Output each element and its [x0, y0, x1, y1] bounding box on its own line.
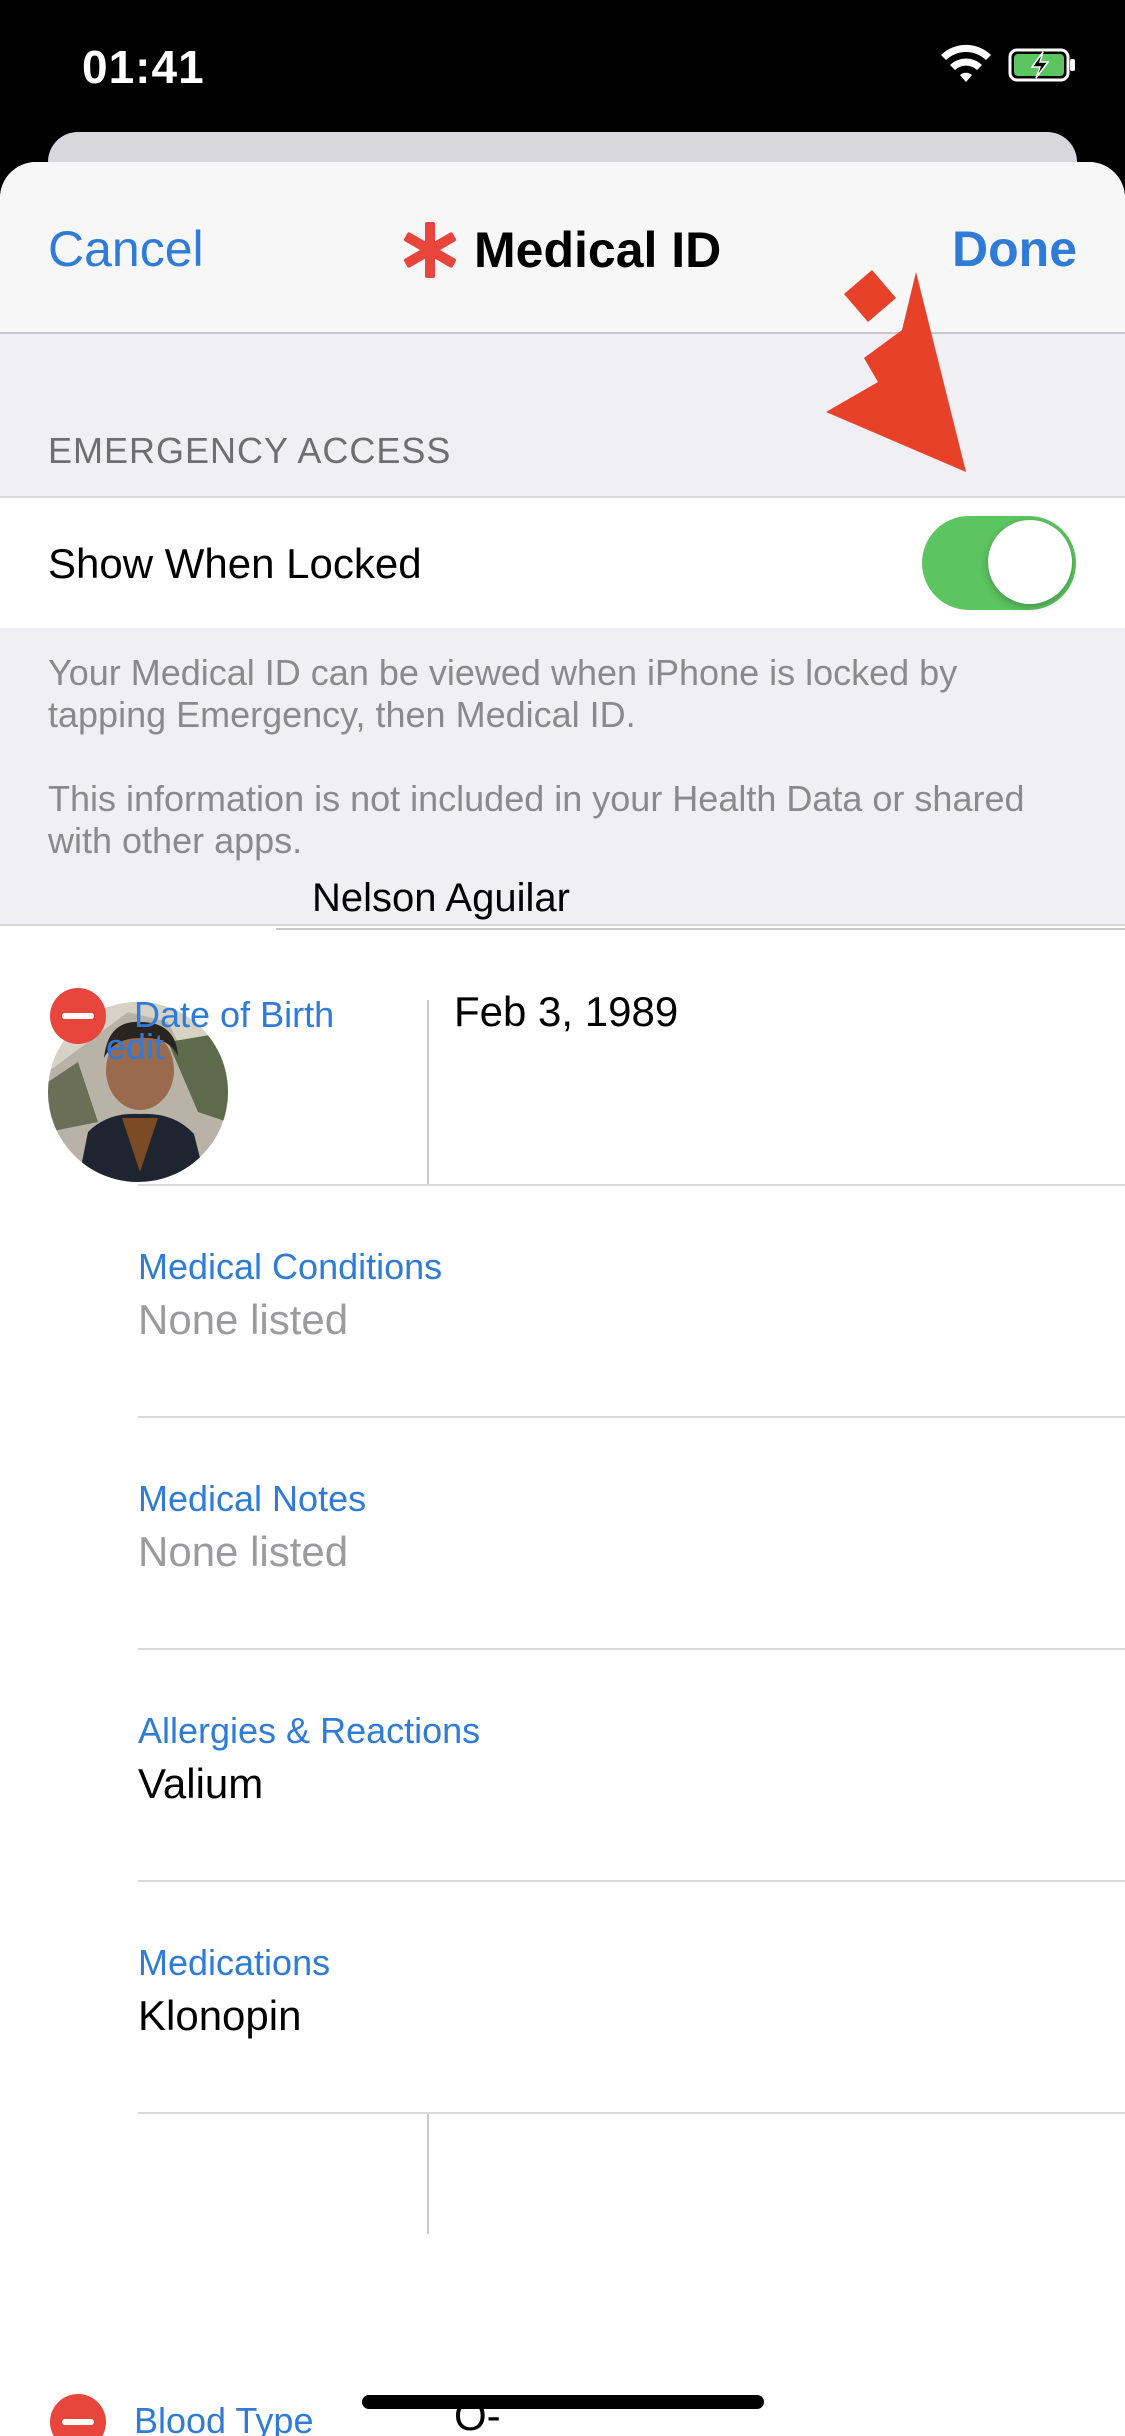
emergency-footer-text-2: This information is not included in your… [48, 778, 1025, 861]
cancel-button[interactable]: Cancel [48, 220, 204, 278]
divider [138, 1416, 1125, 1418]
battery-charging-icon [1008, 48, 1075, 82]
annotation-arrow-icon [826, 270, 966, 472]
page-title-text: Medical ID [474, 222, 722, 278]
status-time: 01:41 [82, 41, 205, 93]
section-header-emergency: EMERGENCY ACCESS [48, 430, 452, 471]
medications-label: Medications [138, 1942, 331, 1983]
medical-notes-label: Medical Notes [138, 1478, 367, 1519]
medical-conditions-label: Medical Conditions [138, 1246, 443, 1287]
blood-type-separator [427, 2114, 429, 2234]
divider [138, 1880, 1125, 1882]
show-when-locked-toggle[interactable] [922, 516, 1076, 610]
allergies-label: Allergies & Reactions [138, 1710, 481, 1751]
status-bar: 01:41 [0, 0, 1125, 140]
page-title: Medical ID [400, 218, 721, 282]
medical-conditions-value[interactable]: None listed [138, 1296, 348, 1344]
remove-blood-type-button[interactable] [50, 2394, 106, 2436]
wifi-icon [941, 44, 991, 82]
home-indicator[interactable] [362, 2395, 764, 2409]
name-underline [276, 928, 1125, 930]
emergency-footer-text-1: Your Medical ID can be viewed when iPhon… [48, 652, 958, 735]
dob-separator [427, 1000, 429, 1186]
allergies-value[interactable]: Valium [138, 1760, 263, 1808]
medications-value[interactable]: Klonopin [138, 1992, 301, 2040]
name-field[interactable]: Nelson Aguilar [312, 876, 570, 921]
screen: 01:41 Cancel Medical ID Done EMERGENCY A… [0, 0, 1125, 2436]
divider [138, 1648, 1125, 1650]
dob-label: Date of Birth [134, 994, 335, 1035]
medical-id-sheet: Cancel Medical ID Done EMERGENCY ACCESS … [0, 162, 1125, 2436]
divider [138, 1184, 1125, 1186]
show-when-locked-row[interactable]: Show When Locked [0, 496, 1125, 630]
blood-type-label: Blood Type [134, 2400, 314, 2436]
toggle-knob [988, 520, 1072, 604]
remove-dob-button[interactable] [50, 988, 106, 1044]
divider [138, 2112, 1125, 2114]
show-when-locked-label: Show When Locked [48, 540, 422, 587]
medical-star-icon [403, 222, 457, 278]
dob-value[interactable]: Feb 3, 1989 [454, 988, 678, 1036]
medical-notes-value[interactable]: None listed [138, 1528, 348, 1576]
